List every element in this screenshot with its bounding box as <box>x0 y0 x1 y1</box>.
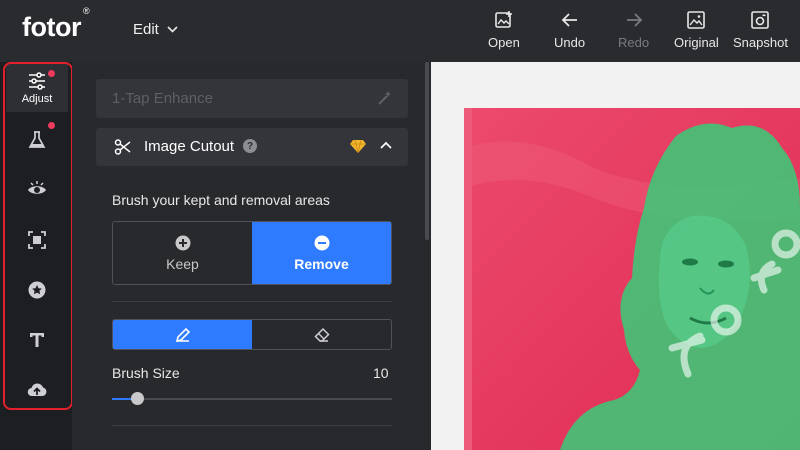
mode-toggle: Keep Remove <box>112 221 392 285</box>
image-cutout-title: Image Cutout <box>144 138 235 155</box>
sidebar-item-beauty[interactable] <box>6 165 68 213</box>
sidebar-item-adjust[interactable]: Adjust <box>6 64 68 112</box>
keep-label: Keep <box>166 255 199 272</box>
arrow-right-icon <box>626 13 642 27</box>
original-button[interactable]: Original <box>674 10 719 54</box>
brush-tool-toggle <box>112 319 392 350</box>
arrow-left-icon <box>561 13 577 27</box>
sidebar-item-effects[interactable] <box>6 116 68 164</box>
star-icon <box>28 281 46 299</box>
brush-size-slider-thumb[interactable] <box>130 392 144 405</box>
snapshot-label: Snapshot <box>733 35 788 50</box>
new-badge <box>48 70 55 77</box>
edit-menu-label: Edit <box>133 21 159 38</box>
remove-button[interactable]: Remove <box>252 222 391 284</box>
sidebar-item-label: Adjust <box>21 93 53 105</box>
one-tap-enhance-button[interactable]: 1-Tap Enhance <box>96 79 408 118</box>
eye-icon <box>28 181 46 194</box>
frame-icon <box>28 231 46 249</box>
chevron-down-icon <box>167 26 178 33</box>
add-image-icon <box>495 11 512 28</box>
undo-button[interactable]: Undo <box>554 10 585 54</box>
text-icon <box>30 333 44 347</box>
minus-circle-icon <box>314 235 329 250</box>
sidebar-item-frames[interactable] <box>6 216 68 264</box>
flask-icon <box>28 131 46 148</box>
top-bar: fotor® Edit Open Undo Redo Original Snap… <box>0 0 800 62</box>
plus-circle-icon <box>175 235 190 250</box>
sidebar-item-text[interactable] <box>6 316 68 364</box>
redo-label: Redo <box>618 35 650 50</box>
cloud-upload-icon <box>27 383 47 397</box>
brush-size-slider-track[interactable] <box>112 398 392 400</box>
cutout-instruction: Brush your kept and removal areas <box>112 192 330 208</box>
sidebar-item-stickers[interactable] <box>6 266 68 314</box>
brush-tool-button[interactable] <box>113 320 252 349</box>
remove-label: Remove <box>294 255 349 272</box>
keep-button[interactable]: Keep <box>113 222 252 284</box>
diamond-icon <box>350 139 366 153</box>
help-icon[interactable]: ? <box>243 139 257 153</box>
sliders-icon <box>29 72 45 90</box>
divider <box>112 425 392 426</box>
open-label: Open <box>488 35 520 50</box>
panel-scrollbar[interactable] <box>425 62 429 240</box>
new-badge <box>48 122 55 129</box>
open-button[interactable]: Open <box>488 10 520 54</box>
camera-icon <box>751 11 770 29</box>
image-icon <box>687 11 706 29</box>
undo-label: Undo <box>554 35 586 50</box>
cutout-photo[interactable] <box>464 108 800 450</box>
magic-wand-icon <box>378 91 391 105</box>
snapshot-button[interactable]: Snapshot <box>733 10 788 54</box>
edit-menu[interactable]: Edit <box>133 21 178 38</box>
pencil-icon <box>175 327 190 342</box>
chevron-up-icon[interactable] <box>380 141 392 149</box>
divider <box>112 301 392 302</box>
eraser-tool-button[interactable] <box>252 320 391 349</box>
photo-illustration <box>464 108 800 450</box>
sidebar-item-upload[interactable] <box>6 366 68 414</box>
brush-size-value: 10 <box>373 365 389 381</box>
fotor-logo[interactable]: fotor® <box>22 6 90 43</box>
redo-button[interactable]: Redo <box>618 10 649 54</box>
brush-size-label: Brush Size <box>112 365 180 381</box>
enhance-label: 1-Tap Enhance <box>112 90 213 107</box>
eraser-icon <box>313 327 330 342</box>
scissors-icon <box>114 139 131 155</box>
original-label: Original <box>674 35 719 50</box>
